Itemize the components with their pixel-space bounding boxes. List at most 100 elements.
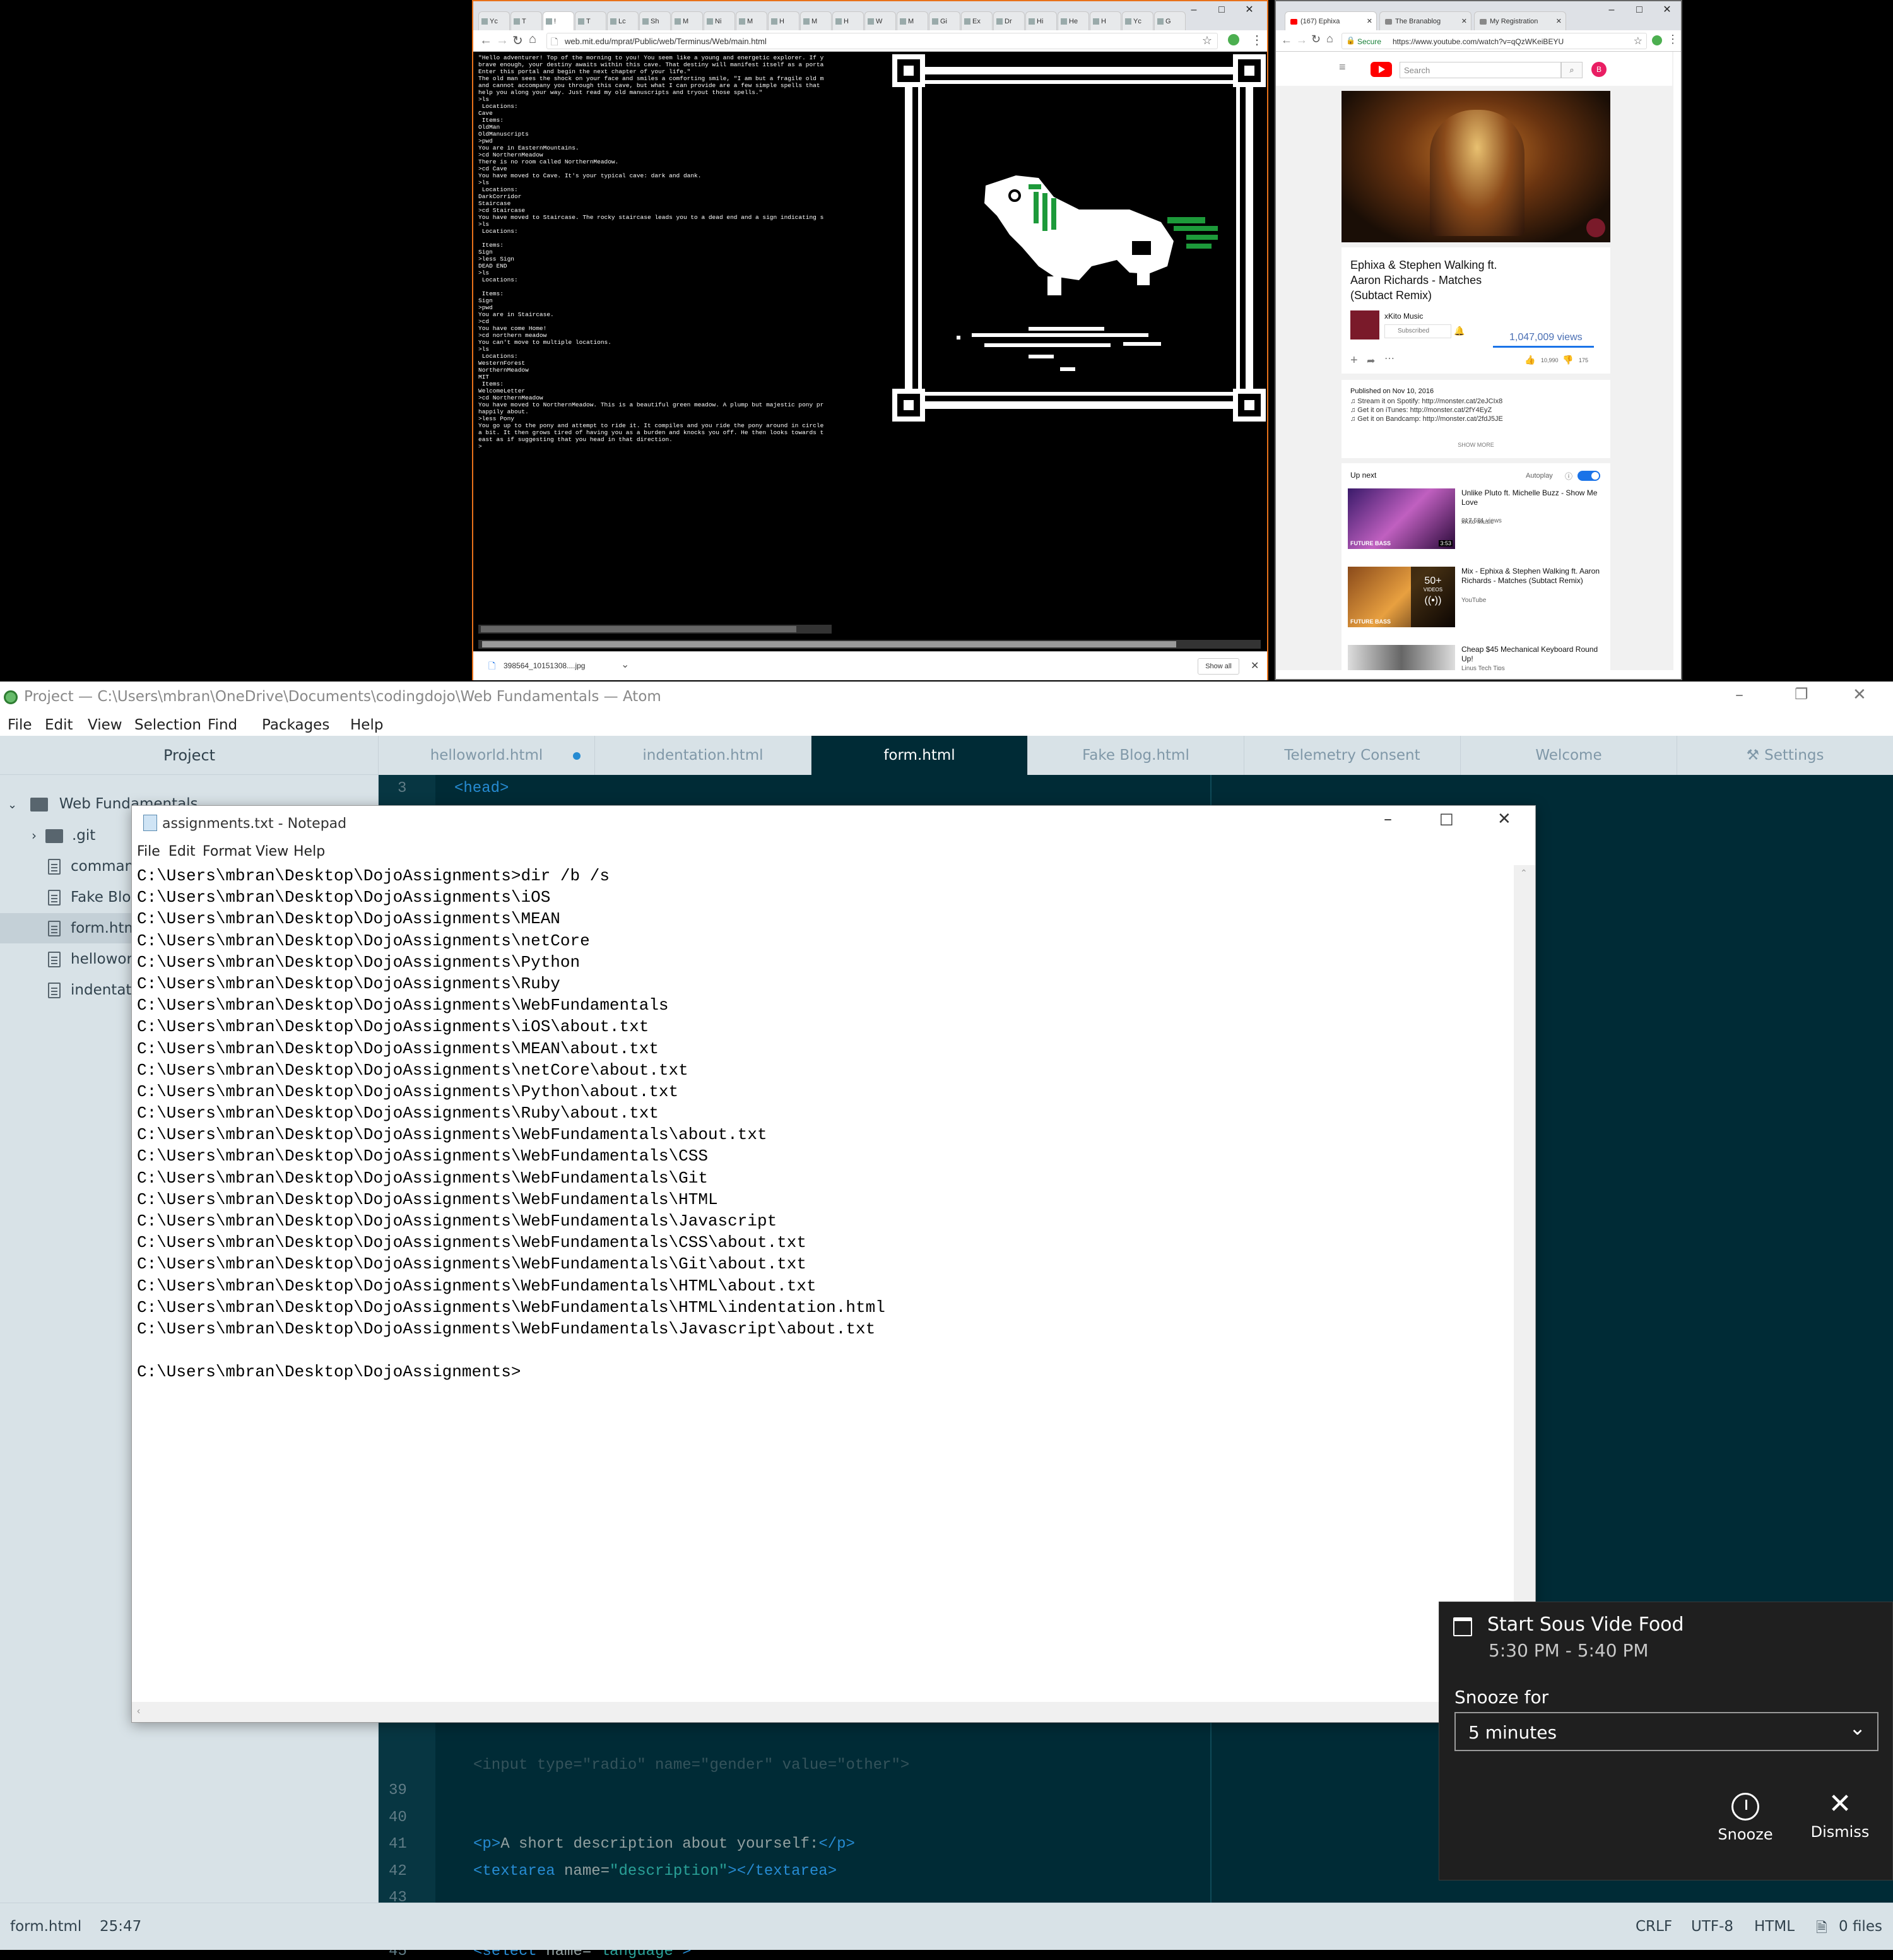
- status-file[interactable]: form.html: [10, 1918, 81, 1935]
- browser-tab[interactable]: H: [1090, 11, 1121, 30]
- browser-tab[interactable]: Ex: [961, 11, 993, 30]
- scroll-up-icon[interactable]: ⌃: [1520, 868, 1528, 878]
- vertical-scrollbar[interactable]: ⌃: [1514, 865, 1535, 1702]
- more-icon[interactable]: ⋯: [1384, 352, 1395, 365]
- autoplay-toggle[interactable]: [1578, 471, 1600, 481]
- home-icon[interactable]: ⌂: [529, 32, 536, 47]
- close-button[interactable]: ✕: [1653, 1, 1681, 19]
- tab-welcome[interactable]: Welcome: [1461, 736, 1677, 775]
- back-icon[interactable]: ←: [1281, 33, 1292, 47]
- close-download-bar-icon[interactable]: ✕: [1251, 659, 1259, 672]
- browser-tab[interactable]: Yc: [478, 11, 510, 30]
- back-icon[interactable]: ←: [480, 33, 492, 48]
- close-button[interactable]: ✕: [1853, 685, 1866, 704]
- menu-edit[interactable]: Edit: [45, 717, 73, 733]
- avatar[interactable]: B: [1591, 62, 1607, 77]
- dislike-icon[interactable]: 👎: [1562, 355, 1573, 365]
- menu-help[interactable]: Help: [350, 717, 383, 733]
- browser-tab[interactable]: He: [1058, 11, 1089, 30]
- menu-view[interactable]: View: [88, 717, 122, 733]
- hamburger-icon[interactable]: ≡: [1339, 61, 1346, 74]
- close-button[interactable]: ✕: [1497, 810, 1511, 829]
- tab-fake-blog-html[interactable]: Fake Blog.html: [1028, 736, 1244, 775]
- maximize-button[interactable]: □: [1439, 810, 1454, 827]
- horizontal-scrollbar[interactable]: ‹: [132, 1702, 1535, 1722]
- home-icon[interactable]: ⌂: [1326, 32, 1333, 45]
- forward-icon[interactable]: →: [1296, 33, 1307, 47]
- tab-telemetry-consent[interactable]: Telemetry Consent: [1244, 736, 1461, 775]
- menu-file[interactable]: File: [8, 717, 32, 733]
- address-bar[interactable]: 🗋 web.mit.edu/mprat/Public/web/Terminus/…: [546, 33, 1218, 49]
- up-next-item[interactable]: Cheap $45 Mechanical Keyboard Round Up! L…: [1348, 645, 1607, 670]
- browser-tab[interactable]: H: [832, 11, 864, 30]
- extension-icon[interactable]: [1228, 34, 1239, 45]
- download-menu-icon[interactable]: ⌄: [621, 658, 629, 671]
- menu-view[interactable]: View: [256, 844, 288, 859]
- minimize-button[interactable]: –: [1384, 810, 1392, 829]
- bookmark-star-icon[interactable]: ☆: [1202, 34, 1212, 47]
- minimize-button[interactable]: –: [1598, 1, 1625, 19]
- channel-avatar[interactable]: [1350, 310, 1379, 339]
- menu-icon[interactable]: ⋮: [1667, 33, 1678, 46]
- restore-button[interactable]: ❐: [1795, 685, 1808, 703]
- tab-close-icon[interactable]: ✕: [1461, 12, 1467, 30]
- browser-tab[interactable]: !: [543, 11, 574, 30]
- browser-tab[interactable]: Hi: [1025, 11, 1057, 30]
- show-all-button[interactable]: Show all: [1198, 658, 1239, 675]
- browser-tab[interactable]: T: [510, 11, 542, 30]
- browser-tab[interactable]: Ni: [704, 11, 735, 30]
- tab-form-html[interactable]: form.html: [811, 736, 1028, 775]
- tab-close-icon[interactable]: ✕: [1556, 12, 1562, 30]
- scroll-left-icon[interactable]: ‹: [137, 1706, 140, 1717]
- forward-icon[interactable]: →: [496, 33, 509, 48]
- like-icon[interactable]: 👍: [1524, 355, 1535, 365]
- reload-icon[interactable]: ↻: [512, 33, 523, 49]
- address-bar[interactable]: 🔒 Secure https://www.youtube.com/watch?v…: [1342, 33, 1647, 49]
- tab-close-icon[interactable]: ✕: [1367, 12, 1372, 30]
- download-file-name[interactable]: 398564_10151308....jpg: [504, 661, 585, 670]
- page-scrollbar[interactable]: [1672, 52, 1673, 670]
- snooze-select[interactable]: 5 minutes ⌄: [1454, 1712, 1878, 1751]
- browser-tab[interactable]: T: [575, 11, 606, 30]
- minimize-button[interactable]: –: [1180, 1, 1208, 19]
- status-grammar[interactable]: HTML: [1754, 1918, 1795, 1935]
- horizontal-scrollbar[interactable]: [478, 625, 832, 634]
- browser-tab[interactable]: M: [736, 11, 767, 30]
- browser-tab[interactable]: M: [800, 11, 832, 30]
- extension-icon[interactable]: [1652, 35, 1662, 45]
- browser-tab[interactable]: M: [897, 11, 928, 30]
- maximize-button[interactable]: □: [1208, 1, 1235, 19]
- status-eol[interactable]: CRLF: [1636, 1918, 1672, 1935]
- menu-file[interactable]: File: [137, 844, 160, 859]
- tab-indentation-html[interactable]: indentation.html: [595, 736, 811, 775]
- menu-packages[interactable]: Packages: [262, 717, 329, 733]
- browser-tab[interactable]: Gi: [929, 11, 960, 30]
- horizontal-scrollbar-2[interactable]: [478, 640, 1261, 649]
- maximize-button[interactable]: □: [1625, 1, 1653, 19]
- browser-tab[interactable]: Sh: [639, 11, 671, 30]
- subscribed-button[interactable]: Subscribed: [1384, 324, 1451, 338]
- search-button[interactable]: ⌕: [1561, 62, 1583, 78]
- browser-tab[interactable]: H: [768, 11, 799, 30]
- search-input[interactable]: Search: [1400, 62, 1561, 78]
- browser-tab[interactable]: My Registration ✕: [1474, 11, 1566, 30]
- menu-icon[interactable]: ⋮: [1251, 32, 1263, 48]
- status-encoding[interactable]: UTF-8: [1691, 1918, 1733, 1935]
- bookmark-star-icon[interactable]: ☆: [1634, 35, 1642, 47]
- menu-help[interactable]: Help: [293, 844, 325, 859]
- terminus-console[interactable]: "Hello adventurer! Top of the morning to…: [478, 54, 907, 622]
- channel-name[interactable]: xKito Music: [1384, 312, 1423, 321]
- menu-find[interactable]: Find: [208, 717, 237, 733]
- menu-selection[interactable]: Selection: [134, 717, 201, 733]
- snooze-button[interactable]: Snooze: [1704, 1785, 1786, 1855]
- browser-tab[interactable]: (167) Ephixa ✕: [1285, 11, 1377, 30]
- menu-edit[interactable]: Edit: [168, 844, 196, 859]
- status-cursor[interactable]: 25:47: [100, 1918, 141, 1935]
- video-player[interactable]: [1342, 91, 1610, 242]
- browser-tab[interactable]: M: [671, 11, 703, 30]
- tab-settings[interactable]: ⚒ Settings: [1677, 736, 1893, 775]
- menu-format[interactable]: Format: [203, 844, 252, 859]
- youtube-logo[interactable]: [1371, 62, 1392, 77]
- browser-tab[interactable]: Lc: [607, 11, 639, 30]
- browser-tab[interactable]: Yc: [1122, 11, 1153, 30]
